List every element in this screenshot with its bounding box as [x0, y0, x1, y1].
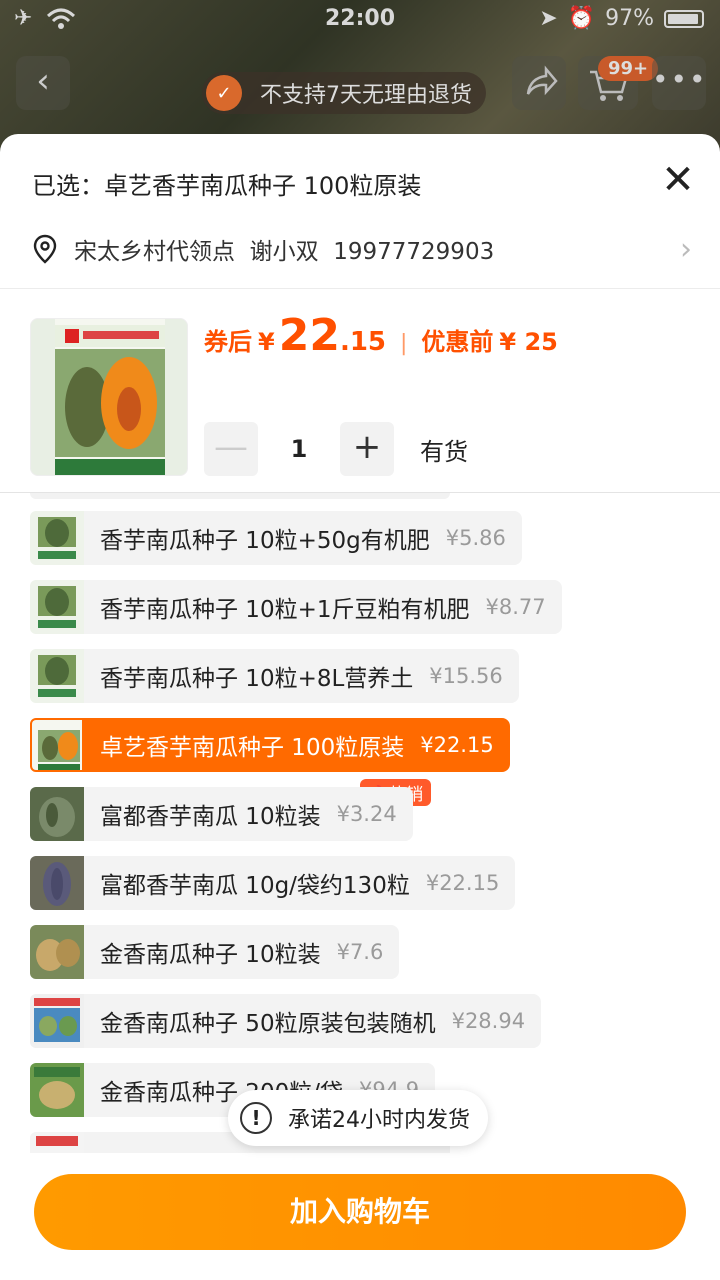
option-label: 富都香芋南瓜 10粒装: [100, 804, 321, 830]
sku-option-list: 香芋南瓜种子 10粒+50g有机肥 ¥5.86 香芋南瓜种子 10粒+1斤豆粕有…: [0, 493, 720, 1153]
currency-symbol: ¥: [258, 328, 275, 356]
sku-option-selected[interactable]: 卓艺香芋南瓜种子 100粒原装 ¥22.15: [30, 718, 510, 772]
option-label: 富都香芋南瓜 10g/袋约130粒: [100, 873, 410, 899]
before-discount-price: ¥ 25: [499, 328, 558, 356]
after-coupon-label: 券后: [204, 328, 252, 356]
option-label: 金香南瓜种子 10粒装: [100, 942, 321, 968]
option-price: ¥7.6: [336, 940, 384, 964]
price-separator: |: [400, 331, 408, 356]
option-thumbnail: [30, 511, 84, 565]
option-price: ¥15.56: [429, 664, 503, 688]
sku-option[interactable]: 香芋南瓜种子 10粒+8L营养土 ¥15.56: [30, 649, 519, 703]
decrease-button[interactable]: —: [204, 422, 258, 476]
shipping-promise-text: 承诺24小时内发货: [288, 1108, 470, 1133]
sku-option[interactable]: 富都香芋南瓜 10g/袋约130粒 ¥22.15: [30, 856, 516, 910]
share-icon: [526, 65, 558, 96]
return-policy-banner: ✓ 不支持7天无理由退货: [202, 72, 486, 114]
battery-icon: [664, 9, 704, 28]
option-price: ¥22.15: [420, 733, 494, 757]
option-label: 香芋南瓜种子 10粒+50g有机肥: [100, 528, 430, 554]
shipping-promise-toast: ! 承诺24小时内发货: [228, 1090, 488, 1146]
back-button[interactable]: ‹: [16, 56, 70, 110]
sku-option[interactable]: 金香南瓜种子 50粒原装包装随机 ¥28.94: [30, 994, 542, 1048]
delivery-address[interactable]: 宋太乡村代领点 谢小双 19977729903 ›: [32, 232, 692, 267]
increase-button[interactable]: +: [340, 422, 394, 476]
price-row: 券后 ¥ 22 .15 | 优惠前 ¥ 25: [204, 310, 558, 361]
status-bar: ✈ 22:00 ➤ ⏰ 97%: [0, 0, 720, 40]
option-label: 香芋南瓜种子 10粒+8L营养土: [100, 666, 414, 692]
price-integer: 22: [278, 310, 340, 361]
option-price: ¥28.94: [451, 1009, 526, 1033]
return-policy-text: 不支持7天无理由退货: [260, 83, 472, 108]
alarm-icon: ⏰: [567, 6, 596, 31]
product-package-image: [55, 319, 165, 475]
sku-option[interactable]: 富都香芋南瓜 10粒装 ¥3.24: [30, 787, 413, 841]
divider: [0, 288, 720, 289]
option-thumbnail: [30, 649, 84, 703]
add-to-cart-button[interactable]: 加入购物车: [34, 1174, 686, 1250]
share-button[interactable]: [512, 56, 566, 110]
option-thumbnail: [30, 994, 84, 1048]
partial-option: [30, 493, 450, 499]
selected-sku-label: 已选：卓艺香芋南瓜种子 100粒原装: [32, 172, 422, 200]
sku-selection-sheet: 已选：卓艺香芋南瓜种子 100粒原装 ✕ 宋太乡村代领点 谢小双 1997772…: [0, 134, 720, 1280]
option-label: 卓艺香芋南瓜种子 100粒原装: [100, 735, 405, 761]
option-thumbnail: [30, 1063, 84, 1117]
option-price: ¥5.86: [445, 526, 506, 550]
quantity-value[interactable]: 1: [258, 435, 340, 463]
quantity-stepper: — 1 + 有货: [204, 422, 468, 476]
close-button[interactable]: ✕: [656, 160, 700, 204]
price-decimal: .15: [339, 327, 386, 357]
option-price: ¥22.15: [425, 871, 500, 895]
option-thumbnail: [30, 1132, 84, 1153]
option-label: 金香南瓜种子 50粒原装包装随机: [100, 1011, 436, 1037]
sku-option[interactable]: 香芋南瓜种子 10粒+1斤豆粕有机肥 ¥8.77: [30, 580, 562, 634]
option-label: 香芋南瓜种子 10粒+1斤豆粕有机肥: [100, 597, 470, 623]
address-text: 宋太乡村代领点 谢小双 19977729903: [74, 239, 495, 265]
location-pin-icon: [33, 234, 57, 264]
option-price: ¥3.24: [336, 802, 397, 826]
battery-percent: 97%: [605, 6, 654, 31]
option-price: ¥8.77: [485, 595, 546, 619]
option-thumbnail: [30, 925, 84, 979]
shield-icon: ✓: [206, 75, 242, 111]
location-arrow-icon: ➤: [539, 6, 558, 31]
sku-option[interactable]: 香芋南瓜种子 10粒+50g有机肥 ¥5.86: [30, 511, 522, 565]
more-button[interactable]: •••: [652, 56, 706, 110]
sku-option[interactable]: 金香南瓜种子 10粒装 ¥7.6: [30, 925, 400, 979]
exclamation-icon: !: [240, 1102, 272, 1134]
option-thumbnail: [30, 718, 84, 772]
stock-status: 有货: [420, 437, 468, 466]
before-discount-label: 优惠前: [421, 328, 494, 356]
product-image[interactable]: [30, 318, 188, 476]
option-thumbnail: [30, 856, 84, 910]
option-thumbnail: [30, 787, 84, 841]
option-thumbnail: [30, 580, 84, 634]
cart-count-badge: 99+: [598, 56, 659, 81]
status-right: ➤ ⏰ 97%: [539, 6, 704, 31]
chevron-right-icon: ›: [680, 232, 692, 267]
